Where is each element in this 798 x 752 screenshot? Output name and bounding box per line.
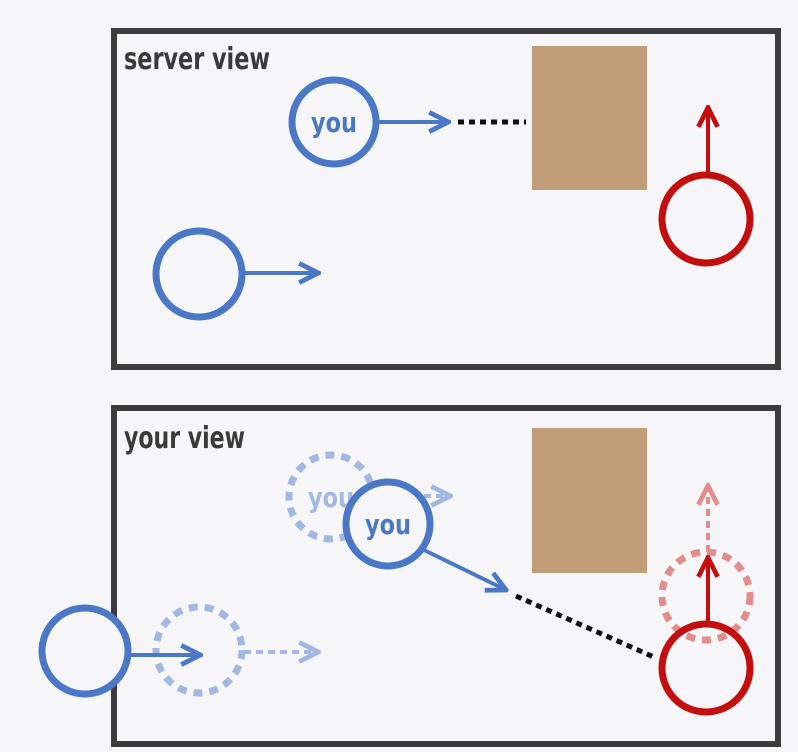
server-view-label: server view	[124, 42, 270, 77]
server-player-label: you	[311, 106, 357, 139]
server-view-panel: server view you	[111, 28, 781, 370]
your-player-label: you	[365, 508, 411, 541]
your-obstacle	[532, 428, 647, 573]
diagram: server view you your view you you	[38, 28, 781, 747]
your-view-label: your view	[124, 421, 245, 456]
server-obstacle	[532, 46, 647, 190]
your-other-circle	[38, 604, 132, 698]
your-view-panel: your view you you	[111, 405, 781, 747]
